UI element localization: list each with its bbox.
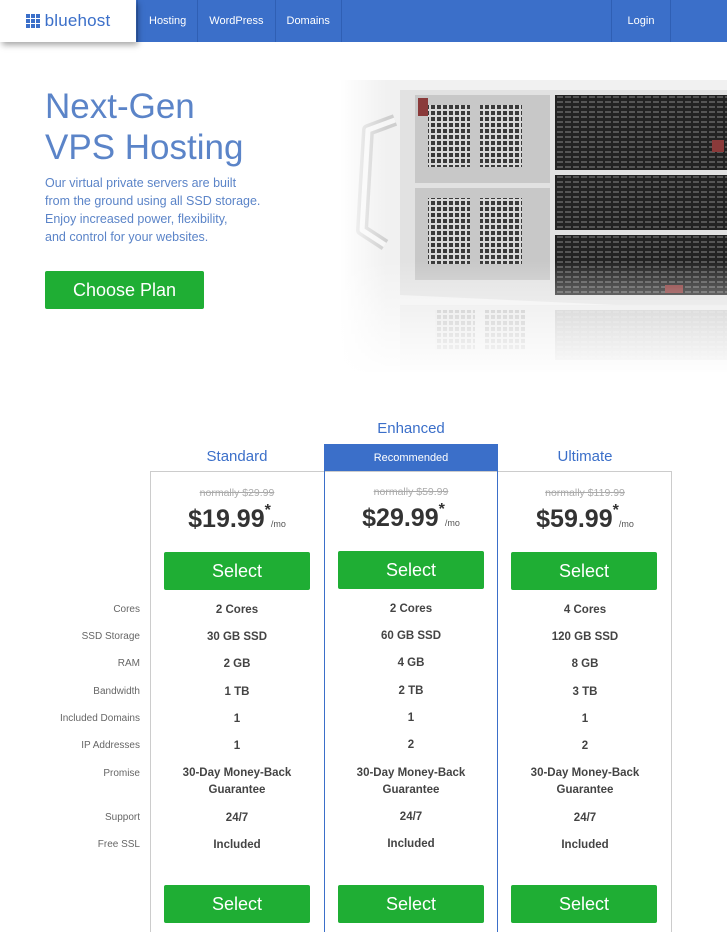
feature-value: 30 GB SSD [206, 631, 268, 643]
price: $59.99*/mo [498, 502, 672, 534]
price-asterisk: * [612, 502, 619, 519]
select-button-enhanced-bottom[interactable]: Select [338, 885, 484, 923]
feature-value: 2 Cores [389, 603, 433, 615]
hero-title-line-1: Next-Gen [45, 87, 195, 126]
hero-desc-line: and control for your websites. [45, 230, 209, 244]
price-amount: $59.99 [536, 505, 613, 533]
main-nav: Hosting WordPress Domains [137, 0, 342, 42]
feature-value: 2 TB [398, 685, 424, 697]
hero-title-line-2: VPS Hosting [45, 128, 244, 167]
login-link[interactable]: Login [611, 0, 671, 42]
hero-description: Our virtual private servers are built fr… [45, 174, 295, 246]
price-amount: $29.99 [362, 504, 439, 532]
feature-label-ram: RAM [117, 658, 140, 669]
feature-value: 60 GB SSD [380, 630, 442, 642]
feature-value: Included [387, 838, 435, 850]
hero-desc-line: Our virtual private servers are built [45, 176, 237, 190]
feature-value: 1 [233, 740, 241, 752]
select-button-standard-bottom[interactable]: Select [164, 885, 310, 923]
feature-value: 2 Cores [215, 604, 259, 616]
feature-value: 2 [581, 740, 589, 752]
feature-label-bandwidth: Bandwidth [93, 686, 140, 697]
feature-label-ssl: Free SSL [97, 839, 140, 850]
old-price: normally $29.99 [199, 487, 275, 499]
feature-value: 30-Day Money-Back Guarantee [530, 767, 640, 796]
feature-value: 1 [233, 713, 241, 725]
price: $19.99*/mo [150, 502, 324, 534]
old-price: normally $59.99 [373, 486, 449, 498]
select-button-ultimate-bottom[interactable]: Select [511, 885, 657, 923]
feature-value: 3 TB [572, 686, 598, 698]
feature-label-domains: Included Domains [59, 713, 140, 724]
recommended-badge: Recommended [324, 444, 498, 471]
feature-value: 4 Cores [563, 604, 607, 616]
feature-label-promise: Promise [103, 768, 140, 779]
old-price: normally $119.99 [545, 487, 625, 499]
price-asterisk: * [438, 501, 445, 518]
feature-value: 24/7 [573, 812, 597, 824]
feature-value: 30-Day Money-Back Guarantee [182, 767, 292, 796]
feature-value: Included [561, 839, 609, 851]
feature-value: 1 TB [224, 686, 250, 698]
nav-wordpress[interactable]: WordPress [198, 0, 276, 42]
price-amount: $19.99 [188, 505, 265, 533]
price-period: /mo [618, 519, 634, 529]
price-asterisk: * [264, 502, 271, 519]
hero-title: Next-Gen VPS Hosting [45, 86, 243, 168]
select-button-standard[interactable]: Select [164, 552, 310, 590]
price-period: /mo [444, 518, 460, 528]
server-image [340, 80, 727, 372]
choose-plan-button[interactable]: Choose Plan [45, 271, 204, 309]
feature-value: 1 [407, 712, 415, 724]
feature-value: 24/7 [225, 812, 249, 824]
logo-text: bluehost [44, 11, 111, 30]
feature-value: 4 GB [397, 657, 425, 669]
feature-value: Included [213, 839, 261, 851]
feature-label-ssd: SSD Storage [81, 631, 140, 642]
plan-name-ultimate: Ultimate [557, 448, 613, 465]
nav-domains[interactable]: Domains [276, 0, 342, 42]
feature-value: 30-Day Money-Back Guarantee [356, 767, 466, 796]
plan-name-standard: Standard [206, 448, 268, 465]
hero-desc-line: Enjoy increased power, flexibility, [45, 212, 228, 226]
feature-value: 24/7 [399, 811, 423, 823]
nav-hosting[interactable]: Hosting [137, 0, 199, 42]
select-button-ultimate[interactable]: Select [511, 552, 657, 590]
feature-label-support: Support [104, 812, 140, 823]
grid-logo-icon [25, 14, 40, 28]
feature-label-ip: IP Addresses [81, 740, 140, 751]
top-nav-bar: bluehost Hosting WordPress Domains Login [0, 0, 727, 42]
hero-desc-line: from the ground using all SSD storage. [45, 194, 261, 208]
feature-value: 1 [581, 713, 589, 725]
select-button-enhanced[interactable]: Select [338, 551, 484, 589]
bluehost-logo[interactable]: bluehost [0, 0, 136, 42]
feature-value: 8 GB [571, 658, 599, 670]
feature-label-cores: Cores [113, 604, 140, 615]
feature-value: 2 GB [223, 658, 251, 670]
price-period: /mo [270, 519, 286, 529]
feature-value: 120 GB SSD [551, 631, 619, 643]
feature-value: 2 [407, 739, 415, 751]
plan-name-enhanced: Enhanced [377, 420, 445, 437]
price: $29.99*/mo [324, 501, 498, 533]
